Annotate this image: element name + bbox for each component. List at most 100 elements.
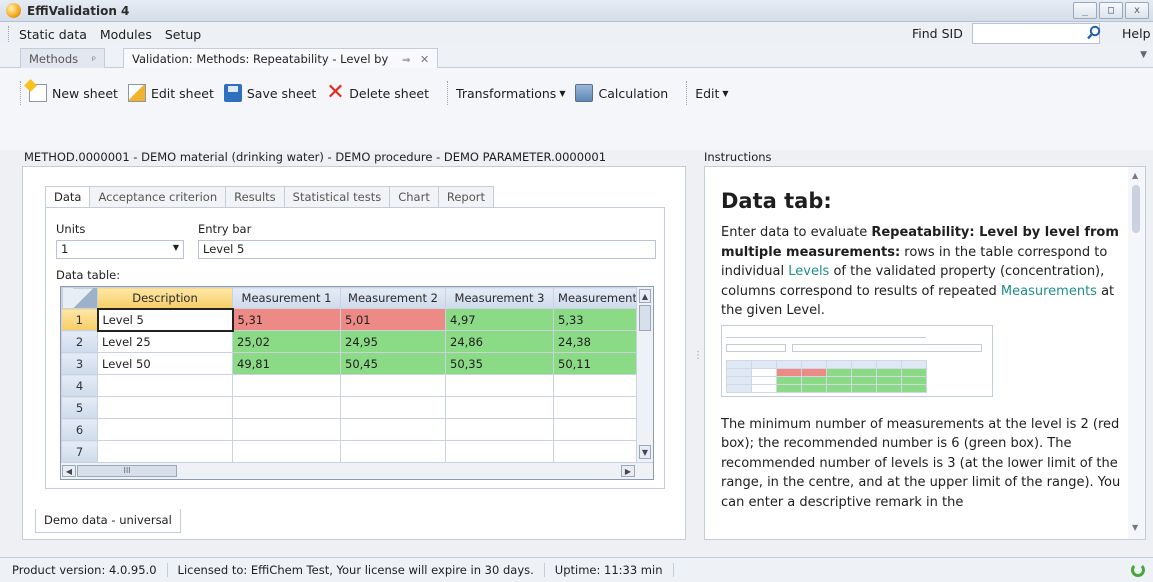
scroll-up-icon[interactable]: ▲: [639, 289, 651, 303]
tab-data[interactable]: Data: [45, 186, 90, 208]
maximize-button[interactable]: □: [1099, 2, 1123, 19]
grid-cell[interactable]: [553, 374, 642, 397]
panel-splitter[interactable]: ⋮: [693, 350, 703, 361]
calculation-button[interactable]: Calculation: [575, 84, 668, 102]
grid-cell[interactable]: [340, 440, 446, 463]
row-header[interactable]: 7: [61, 440, 98, 463]
row-header[interactable]: 6: [61, 418, 98, 441]
chevron-down-icon: ▼: [559, 88, 566, 98]
column-header[interactable]: Description: [97, 287, 233, 309]
instructions-paragraph: The minimum number of measurements at th…: [721, 416, 1121, 510]
column-header[interactable]: Measurement: [553, 287, 642, 309]
grid-cell[interactable]: 5,31: [232, 308, 341, 331]
instructions-scrollbar[interactable]: ▲ ▼: [1128, 167, 1145, 539]
close-button[interactable]: x: [1125, 2, 1149, 19]
toolbar-separator: [686, 81, 688, 105]
refresh-icon[interactable]: [1131, 563, 1145, 577]
new-sheet-button[interactable]: New sheet: [29, 84, 118, 102]
tab-acceptance-criterion[interactable]: Acceptance criterion: [89, 186, 226, 208]
grid-cell[interactable]: [97, 440, 233, 463]
grid-cell[interactable]: 49,81: [232, 352, 341, 375]
minimize-button[interactable]: _: [1073, 2, 1097, 19]
column-header[interactable]: Measurement 3: [445, 287, 554, 309]
grid-cell[interactable]: [553, 418, 642, 441]
grid-cell[interactable]: [97, 418, 233, 441]
grid-cell[interactable]: [445, 440, 554, 463]
row-header[interactable]: 3: [61, 352, 98, 375]
row-header[interactable]: 1: [61, 308, 98, 331]
tab-demo-data[interactable]: Demo data - universal: [35, 509, 181, 533]
chevron-down-icon[interactable]: ▼: [173, 243, 179, 252]
find-sid-input[interactable]: [972, 23, 1100, 44]
close-icon[interactable]: ✕: [420, 53, 429, 66]
grid-cell[interactable]: 5,33: [553, 308, 642, 331]
grid-cell[interactable]: [340, 396, 446, 419]
grid-horizontal-scrollbar[interactable]: ◀ III ▶: [61, 462, 653, 479]
grid-cell[interactable]: 4,97: [445, 308, 554, 331]
grid-cell[interactable]: 5,01: [340, 308, 446, 331]
tab-validation[interactable]: Validation: Methods: Repeatability - Lev…: [123, 48, 439, 68]
scroll-up-icon[interactable]: ▲: [1132, 171, 1138, 180]
grid-cell[interactable]: [232, 374, 341, 397]
chevron-down-icon[interactable]: ▼: [1140, 50, 1147, 60]
grid-cell[interactable]: [97, 374, 233, 397]
grid-cell[interactable]: [232, 440, 341, 463]
grid-cell[interactable]: 25,02: [232, 330, 341, 353]
menu-help[interactable]: Help: [1122, 26, 1151, 41]
tab-results[interactable]: Results: [225, 186, 284, 208]
grid-cell[interactable]: 50,45: [340, 352, 446, 375]
search-icon[interactable]: [1086, 25, 1102, 41]
edit-dropdown[interactable]: Edit ▼: [695, 86, 728, 101]
scroll-down-icon[interactable]: ▼: [639, 445, 651, 459]
row-header[interactable]: 2: [61, 330, 98, 353]
scroll-thumb[interactable]: [1132, 185, 1140, 233]
units-select[interactable]: 1 ▼: [56, 240, 184, 259]
column-header[interactable]: Measurement 1: [232, 287, 341, 309]
delete-sheet-button[interactable]: ✕ Delete sheet: [326, 82, 429, 104]
grid-vertical-scrollbar[interactable]: ▲ ▼: [636, 287, 653, 463]
scroll-right-icon[interactable]: ▶: [621, 465, 635, 477]
grid-cell[interactable]: [340, 418, 446, 441]
tab-methods[interactable]: Methods ᵖ: [20, 48, 106, 68]
tab-statistical-tests[interactable]: Statistical tests: [283, 186, 390, 208]
grid-cell[interactable]: [445, 374, 554, 397]
grid-cell[interactable]: 50,35: [445, 352, 554, 375]
scroll-down-icon[interactable]: ▼: [1132, 523, 1138, 532]
pin-icon[interactable]: ⇒: [402, 55, 410, 66]
pin-icon[interactable]: ᵖ: [92, 55, 96, 66]
tab-report[interactable]: Report: [437, 186, 494, 208]
grid-cell[interactable]: [445, 418, 554, 441]
tab-chart[interactable]: Chart: [389, 186, 438, 208]
levels-link[interactable]: Levels: [788, 264, 829, 279]
scroll-left-icon[interactable]: ◀: [62, 465, 76, 477]
grid-cell[interactable]: [445, 396, 554, 419]
scroll-thumb[interactable]: [639, 305, 651, 331]
entry-bar-input[interactable]: Level 5: [198, 240, 656, 259]
grid-cell[interactable]: [97, 396, 233, 419]
grid-cell[interactable]: 24,95: [340, 330, 446, 353]
grid-cell[interactable]: 24,86: [445, 330, 554, 353]
row-header[interactable]: 4: [61, 374, 98, 397]
row-header[interactable]: 5: [61, 396, 98, 419]
grid-cell[interactable]: [232, 396, 341, 419]
grid-cell[interactable]: Level 5: [96, 307, 234, 332]
scroll-thumb[interactable]: III: [77, 465, 177, 477]
grid-cell[interactable]: Level 50: [97, 352, 233, 375]
transformations-dropdown[interactable]: Transformations ▼: [456, 86, 565, 101]
grid-cell[interactable]: [232, 418, 341, 441]
menu-static-data[interactable]: Static data: [19, 27, 96, 42]
new-sheet-icon: [29, 84, 47, 102]
grid-cell[interactable]: [553, 396, 642, 419]
grid-cell[interactable]: 24,38: [553, 330, 642, 353]
column-header[interactable]: Measurement 2: [340, 287, 446, 309]
measurements-link[interactable]: Measurements: [1001, 284, 1097, 299]
edit-sheet-button[interactable]: Edit sheet: [127, 84, 214, 102]
menu-modules[interactable]: Modules: [100, 27, 161, 42]
grid-cell[interactable]: 50,11: [553, 352, 642, 375]
grid-cell[interactable]: Level 25: [97, 330, 233, 353]
menu-setup[interactable]: Setup: [165, 27, 210, 42]
grid-cell[interactable]: [340, 374, 446, 397]
grid-cell[interactable]: [553, 440, 642, 463]
grid-corner[interactable]: [61, 287, 98, 309]
save-sheet-button[interactable]: Save sheet: [223, 84, 316, 102]
